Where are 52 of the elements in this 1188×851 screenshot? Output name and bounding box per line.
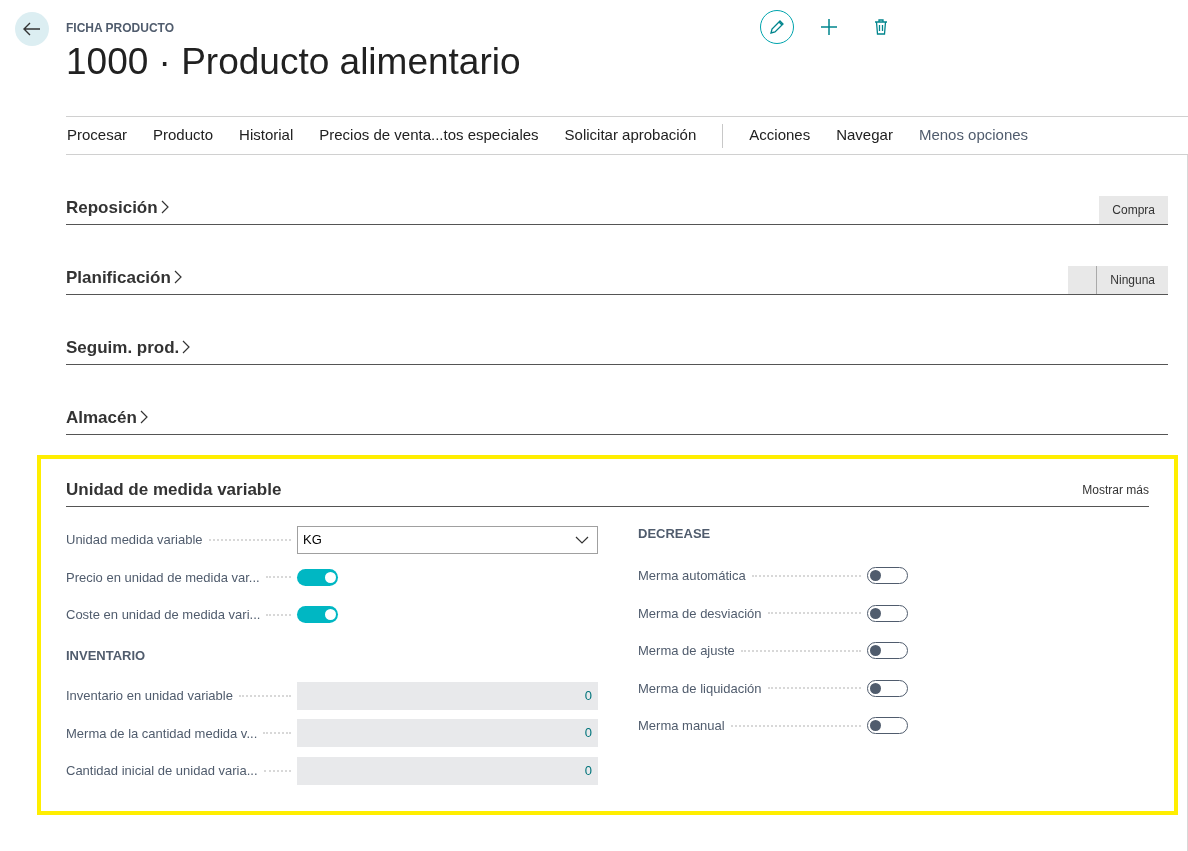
summary-value: Ninguna bbox=[1097, 266, 1168, 294]
field-label: Inventario en unidad variable bbox=[66, 687, 233, 705]
action-menu-item[interactable]: Precios de venta...tos especiales bbox=[306, 124, 552, 147]
trash-icon bbox=[874, 19, 888, 35]
chevron-right-icon bbox=[173, 270, 182, 285]
section-header[interactable]: Seguim. prod. bbox=[66, 334, 191, 364]
pencil-icon bbox=[769, 19, 785, 35]
plus-icon bbox=[820, 18, 838, 36]
page-breadcrumb: FICHA PRODUCTO bbox=[66, 20, 175, 37]
field-label: Merma de ajuste bbox=[638, 642, 735, 660]
group-heading: INVENTARIO bbox=[66, 646, 147, 665]
action-menu-item[interactable]: Solicitar aprobación bbox=[551, 124, 710, 147]
toggle-switch[interactable] bbox=[297, 568, 338, 586]
toggle-switch[interactable] bbox=[867, 604, 908, 622]
fewer-options-link[interactable]: Menos opciones bbox=[905, 124, 1042, 147]
page-title: 1000 · Producto alimentario bbox=[66, 40, 522, 84]
toggle-switch[interactable] bbox=[867, 642, 908, 660]
field-label: Precio en unidad de medida var... bbox=[66, 568, 260, 587]
action-menu-item[interactable]: Producto bbox=[140, 124, 227, 147]
field-label: Merma de liquidación bbox=[638, 679, 762, 698]
summary-value: Compra bbox=[1099, 196, 1168, 224]
field-label: Merma de desviación bbox=[638, 604, 762, 623]
section-header[interactable]: Almacén bbox=[66, 404, 148, 434]
toggle-switch[interactable] bbox=[867, 567, 908, 585]
field-label: Cantidad inicial de unidad varia... bbox=[66, 762, 258, 780]
chevron-right-icon bbox=[139, 410, 148, 425]
unit-dropdown[interactable]: KG bbox=[297, 525, 598, 554]
toggle-switch[interactable] bbox=[297, 606, 338, 624]
show-more-link[interactable]: Mostrar más bbox=[1082, 481, 1149, 502]
back-arrow-icon bbox=[23, 22, 41, 36]
back-button[interactable] bbox=[15, 12, 49, 46]
field-label: Merma de la cantidad medida v... bbox=[66, 724, 258, 743]
action-menu-item[interactable]: Acciones bbox=[736, 124, 824, 147]
field-label: Coste en unidad de medida vari... bbox=[66, 606, 261, 624]
chevron-down-icon bbox=[575, 535, 589, 544]
chevron-right-icon bbox=[160, 200, 169, 215]
readonly-number-field: 0 bbox=[297, 681, 598, 710]
section-header[interactable]: Reposición bbox=[66, 194, 169, 224]
action-menu-item[interactable]: Navegar bbox=[823, 124, 906, 147]
toggle-switch[interactable] bbox=[867, 717, 908, 735]
readonly-number-field: 0 bbox=[297, 756, 598, 785]
action-menu-item[interactable]: Procesar bbox=[66, 124, 141, 147]
group-heading: DECREASE bbox=[638, 525, 712, 543]
field-label: Merma automática bbox=[638, 567, 746, 585]
section-title[interactable]: Unidad de medida variable bbox=[66, 476, 282, 502]
chevron-right-icon bbox=[182, 340, 191, 355]
field-label: Unidad medida variable bbox=[66, 531, 203, 549]
readonly-number-field: 0 bbox=[297, 719, 598, 748]
action-menu-item[interactable]: Historial bbox=[226, 124, 307, 147]
toggle-switch[interactable] bbox=[867, 679, 908, 697]
section-header[interactable]: Planificación bbox=[66, 264, 182, 294]
field-label: Merma manual bbox=[638, 717, 725, 735]
